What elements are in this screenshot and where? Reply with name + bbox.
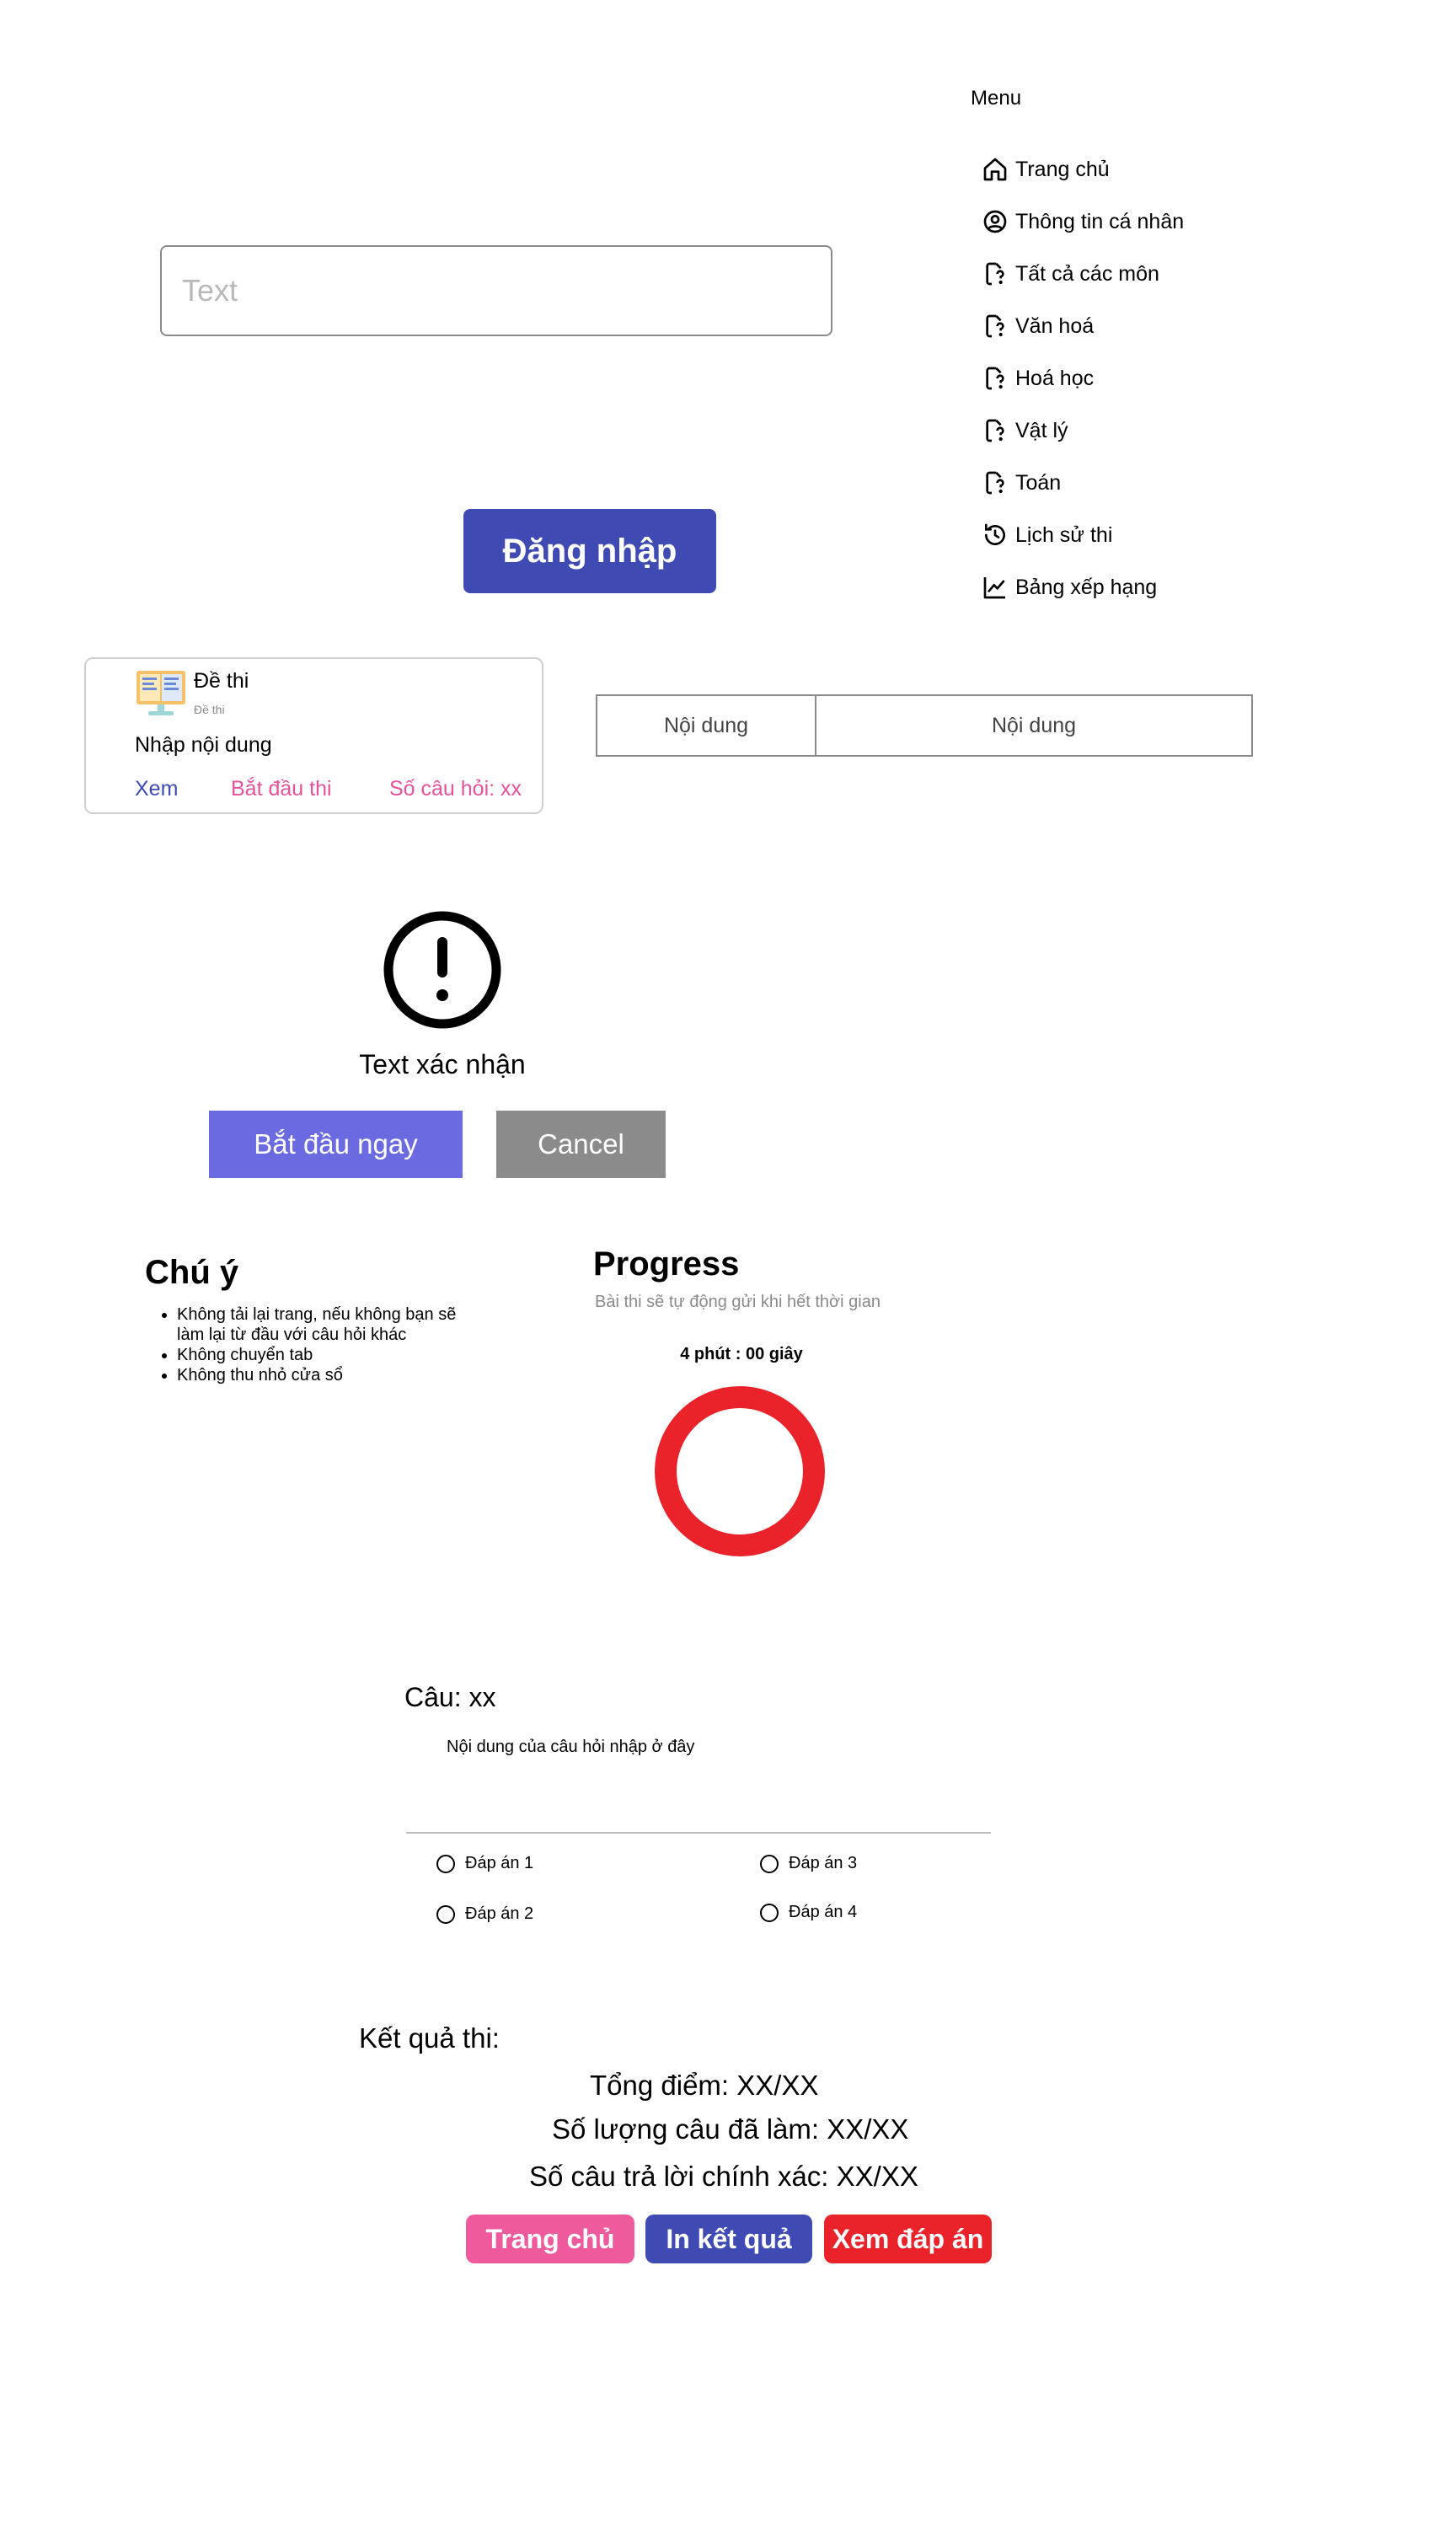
alert-circle-icon xyxy=(383,911,501,1029)
menu-item-literature[interactable]: Văn hoá xyxy=(982,300,1260,352)
menu-item-label: Văn hoá xyxy=(1015,313,1095,338)
menu-item-chemistry[interactable]: Hoá học xyxy=(982,352,1260,404)
answered-count: Số lượng câu đã làm: XX/XX xyxy=(552,2113,909,2145)
menu-item-history[interactable]: Lịch sử thi xyxy=(982,509,1260,561)
results-title: Kết quả thi: xyxy=(359,2022,500,2054)
confirm-text: Text xác nhận xyxy=(359,1049,526,1079)
list-item: Không chuyển tab xyxy=(177,1345,480,1365)
total-score: Tổng điểm: XX/XX xyxy=(590,2070,819,2101)
menu-item-math[interactable]: Toán xyxy=(982,457,1260,509)
text-input[interactable] xyxy=(160,245,832,336)
user-circle-icon xyxy=(982,207,1010,236)
menu-item-label: Thông tin cá nhân xyxy=(1015,209,1185,233)
table-cell: Nội dung xyxy=(815,694,1253,757)
note-list: Không tải lại trang, nếu không bạn sẽ là… xyxy=(162,1304,480,1385)
answer-label: Đáp án 1 xyxy=(465,1854,534,1872)
progress-ring xyxy=(655,1386,825,1556)
menu-item-profile[interactable]: Thông tin cá nhân xyxy=(982,195,1260,248)
radio-icon[interactable] xyxy=(760,1854,779,1873)
menu-item-label: Tất cả các môn xyxy=(1015,261,1159,286)
home-button[interactable]: Trang chủ xyxy=(466,2215,634,2263)
progress-description: Bài thi sẽ tự động gửi khi hết thời gian xyxy=(595,1293,881,1311)
list-item: Không tải lại trang, nếu không bạn sẽ là… xyxy=(177,1304,480,1345)
file-question-icon xyxy=(982,469,1010,497)
file-question-icon xyxy=(982,416,1010,445)
question-count-link[interactable]: Số câu hỏi: xx xyxy=(389,777,522,801)
menu-item-physics[interactable]: Vật lý xyxy=(982,404,1260,457)
radio-icon[interactable] xyxy=(760,1903,779,1922)
answer-option-1[interactable]: Đáp án 1 xyxy=(436,1854,533,1873)
exam-subtitle: Đề thi xyxy=(194,703,225,716)
answer-label: Đáp án 3 xyxy=(789,1854,858,1872)
history-icon xyxy=(982,521,1010,549)
view-answers-button[interactable]: Xem đáp án xyxy=(824,2215,992,2263)
exam-card: Đề thi Đề thi Nhập nội dung Xem Bắt đầu … xyxy=(84,657,543,814)
answer-option-3[interactable]: Đáp án 3 xyxy=(760,1854,857,1873)
divider xyxy=(406,1832,991,1834)
start-exam-link[interactable]: Bắt đầu thi xyxy=(231,777,332,801)
answer-label: Đáp án 4 xyxy=(789,1903,858,1921)
menu-item-label: Trang chủ xyxy=(1015,157,1110,181)
cancel-button[interactable]: Cancel xyxy=(496,1111,666,1178)
note-title: Chú ý xyxy=(145,1254,239,1291)
table-cell: Nội dung xyxy=(596,694,816,757)
menu-item-all-subjects[interactable]: Tất cả các môn xyxy=(982,248,1260,300)
login-button[interactable]: Đăng nhập xyxy=(463,509,716,593)
file-question-icon xyxy=(982,364,1010,393)
radio-icon[interactable] xyxy=(436,1854,455,1873)
menu-item-label: Vật lý xyxy=(1015,418,1068,442)
file-question-icon xyxy=(982,312,1010,340)
menu-item-label: Toán xyxy=(1015,470,1062,495)
menu-item-label: Hoá học xyxy=(1015,366,1095,390)
answer-option-2[interactable]: Đáp án 2 xyxy=(436,1904,533,1924)
correct-count: Số câu trả lời chính xác: XX/XX xyxy=(529,2161,918,2192)
progress-title: Progress xyxy=(593,1245,740,1283)
menu-item-label: Lịch sử thi xyxy=(1015,522,1113,547)
question-title: Câu: xx xyxy=(404,1682,496,1712)
radio-icon[interactable] xyxy=(436,1904,455,1924)
view-link[interactable]: Xem xyxy=(135,777,178,801)
list-item: Không thu nhỏ cửa sổ xyxy=(177,1365,480,1385)
countdown-timer: 4 phút : 00 giây xyxy=(680,1345,803,1363)
answer-label: Đáp án 2 xyxy=(465,1904,534,1923)
home-icon xyxy=(982,155,1010,184)
menu-title: Menu xyxy=(971,87,1022,110)
sidebar-menu: Trang chủ Thông tin cá nhân Tất cả các m… xyxy=(982,143,1260,613)
menu-item-label: Bảng xếp hạng xyxy=(1015,575,1158,599)
start-now-button[interactable]: Bắt đầu ngay xyxy=(209,1111,463,1178)
question-content: Nội dung của câu hỏi nhập ở đây xyxy=(447,1738,695,1756)
exam-content: Nhập nội dung xyxy=(135,733,272,757)
chart-line-icon xyxy=(982,573,1010,602)
menu-item-home[interactable]: Trang chủ xyxy=(982,143,1260,195)
menu-item-leaderboard[interactable]: Bảng xếp hạng xyxy=(982,561,1260,613)
answer-option-4[interactable]: Đáp án 4 xyxy=(760,1903,857,1922)
file-question-icon xyxy=(982,260,1010,288)
computer-icon xyxy=(136,671,185,715)
print-results-button[interactable]: In kết quả xyxy=(645,2215,812,2263)
exam-title: Đề thi xyxy=(194,669,249,693)
